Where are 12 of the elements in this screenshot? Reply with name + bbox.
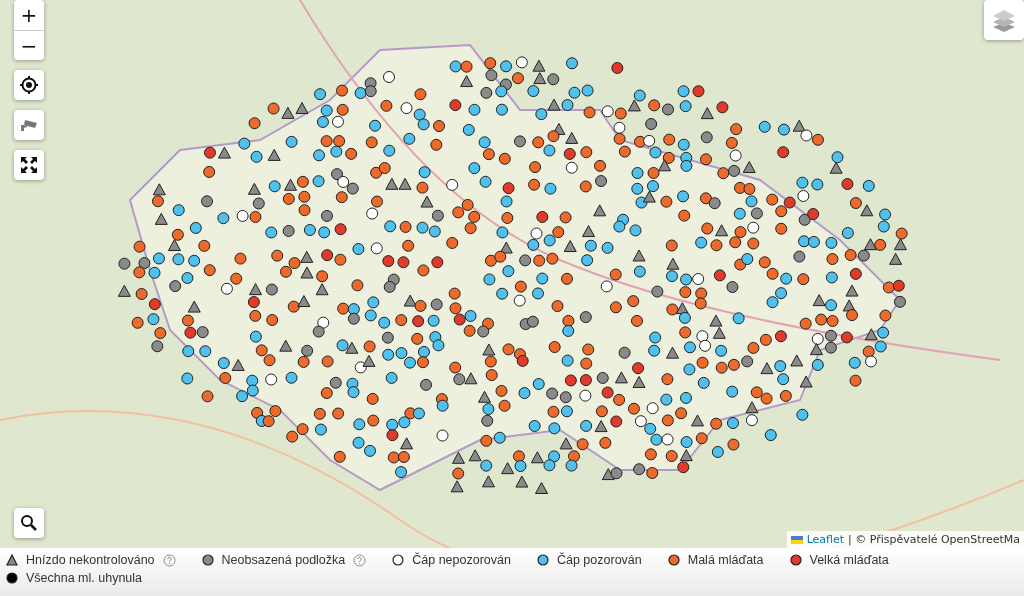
attribution-text: | © Přispěvatelé OpenStreetMa	[848, 533, 1020, 546]
leaflet-link[interactable]: Leaflet	[806, 533, 845, 546]
map-view[interactable]: + − Leaflet | © Přispěvatelé OpenStreetMa	[0, 0, 1024, 548]
legend-label: Hnízdo nekontrolováno	[26, 553, 155, 567]
zoom-out-button[interactable]: −	[14, 30, 44, 60]
legend-label: Čáp pozorován	[556, 553, 642, 567]
zoom-in-button[interactable]: +	[14, 0, 44, 30]
legend-label: Všechna ml. uhynula	[26, 571, 143, 585]
legend-label: Velká mláďata	[809, 553, 889, 567]
legend-label: Malá mláďata	[687, 553, 764, 567]
legend-label: Čáp nepozorován	[412, 553, 511, 567]
legend-label: Neobsazená podložka	[221, 553, 346, 567]
